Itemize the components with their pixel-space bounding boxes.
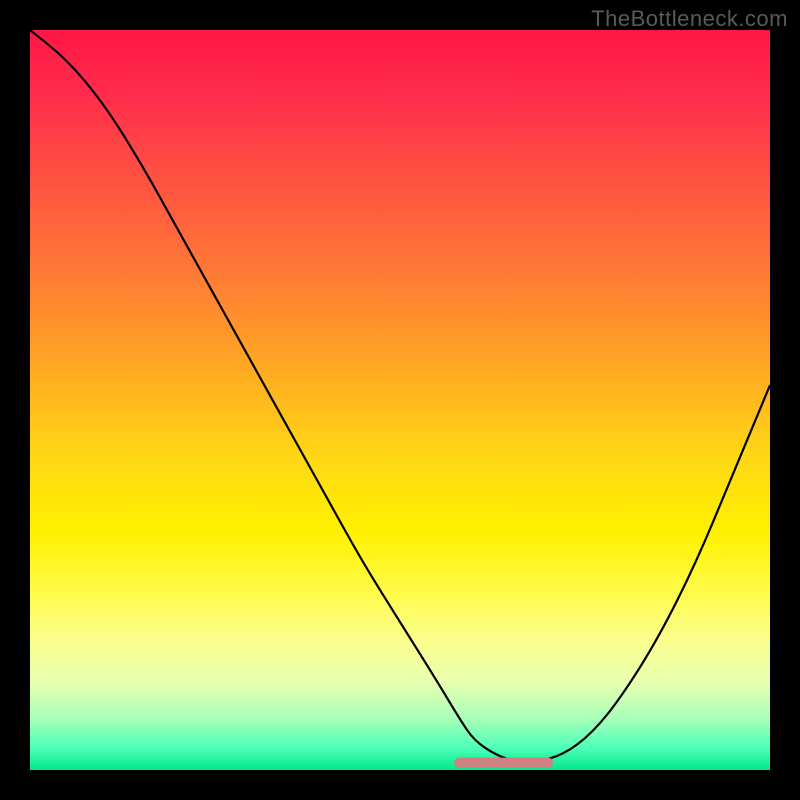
chart-svg xyxy=(30,30,770,770)
watermark-text: TheBottleneck.com xyxy=(591,6,788,32)
plot-area xyxy=(30,30,770,770)
bottleneck-curve-line xyxy=(30,30,770,763)
